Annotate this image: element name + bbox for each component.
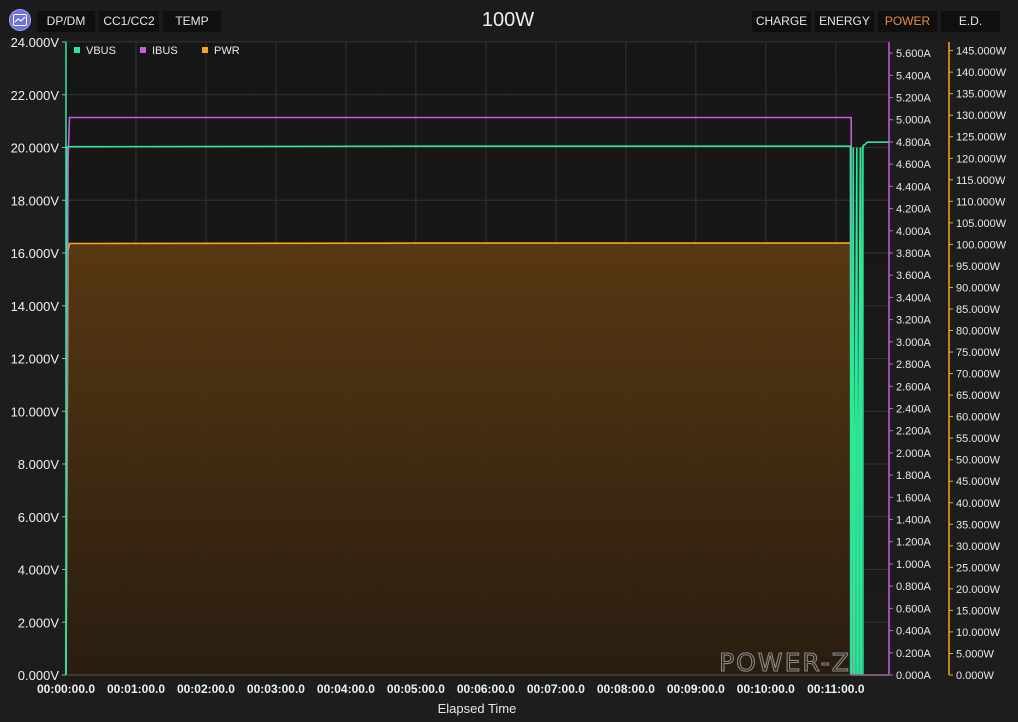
left-axis-tick-label: 10.000V <box>11 404 60 419</box>
legend: VBUS IBUS PWR <box>74 45 240 57</box>
legend-label-vbus: VBUS <box>86 45 116 57</box>
brand-watermark: POWER-Z <box>719 648 851 677</box>
left-axis-tick-label: 22.000V <box>11 88 60 103</box>
x-axis-label: Elapsed Time <box>438 701 517 716</box>
mid-axis-tick-label: 3.800A <box>896 248 932 260</box>
right-axis-tick-label: 60.000W <box>956 412 1001 424</box>
legend-swatch-ibus <box>140 47 146 53</box>
right-axis-tick-label: 50.000W <box>956 455 1001 467</box>
mid-axis-tick-label: 1.400A <box>896 515 932 527</box>
mid-axis-tick-label: 1.600A <box>896 492 932 504</box>
right-axis-tick-label: 80.000W <box>956 326 1001 338</box>
right-axis-tick-label: 140.000W <box>956 67 1007 79</box>
legend-swatch-pwr <box>202 47 208 53</box>
mid-axis-tick-label: 4.600A <box>896 159 932 171</box>
left-axis-tick-label: 24.000V <box>11 35 60 50</box>
right-axis-tick-label: 65.000W <box>956 390 1001 402</box>
mid-axis-tick-label: 0.800A <box>896 581 932 593</box>
mid-axis-tick-label: 4.800A <box>896 137 932 149</box>
mid-axis-tick-label: 3.000A <box>896 337 932 349</box>
mid-axis-tick-label: 5.600A <box>896 48 932 60</box>
mid-axis-tick-label: 4.400A <box>896 181 932 193</box>
mid-axis-tick-label: 0.200A <box>896 648 932 660</box>
x-axis-tick-label: 00:08:00.0 <box>597 682 655 696</box>
mid-axis-tick-label: 2.600A <box>896 381 932 393</box>
left-axis-tick-label: 0.000V <box>18 668 60 683</box>
mid-axis-tick-label: 5.000A <box>896 115 932 127</box>
mid-axis-tick-label: 4.000A <box>896 226 932 238</box>
mid-axis-tick-label: 1.000A <box>896 559 932 571</box>
left-axis-tick-label: 2.000V <box>18 615 60 630</box>
right-axis-tick-label: 10.000W <box>956 627 1001 639</box>
right-axis-tick-label: 120.000W <box>956 153 1007 165</box>
x-axis-tick-label: 00:00:00.0 <box>37 682 95 696</box>
x-axis-tick-label: 00:09:00.0 <box>667 682 725 696</box>
left-axis-tick-label: 20.000V <box>11 141 60 156</box>
pwr-area-fill <box>66 243 889 675</box>
left-axis-tick-label: 18.000V <box>11 193 60 208</box>
mid-axis-tick-label: 5.400A <box>896 70 932 82</box>
right-axis-tick-label: 45.000W <box>956 476 1001 488</box>
x-axis-tick-label: 00:11:00.0 <box>807 682 865 696</box>
mid-axis-tick-label: 5.200A <box>896 93 932 105</box>
x-axis-tick-label: 00:06:00.0 <box>457 682 515 696</box>
right-axis-tick-label: 145.000W <box>956 46 1007 58</box>
x-axis-tick-label: 00:03:00.0 <box>247 682 305 696</box>
chart-area: 0.000V 2.000V 4.000V 6.000V 8.000V 10.000V 12.… <box>11 35 1007 716</box>
x-axis-tick-label: 00:05:00.0 <box>387 682 445 696</box>
right-axis-tick-label: 15.000W <box>956 605 1001 617</box>
mid-axis-tick-label: 3.400A <box>896 292 932 304</box>
mid-axis-tick-label: 3.600A <box>896 270 932 282</box>
left-axis-tick-label: 8.000V <box>18 457 60 472</box>
right-axis-tick-label: 30.000W <box>956 541 1001 553</box>
right-axis-tick-label: 70.000W <box>956 369 1001 381</box>
mid-axis-tick-label: 2.000A <box>896 448 932 460</box>
legend-label-pwr: PWR <box>214 45 240 57</box>
left-axis-tick-label: 12.000V <box>11 352 60 367</box>
x-axis-tick-label: 00:01:00.0 <box>107 682 165 696</box>
right-axis-tick-label: 130.000W <box>956 110 1007 122</box>
right-axis-tick-label: 115.000W <box>956 175 1006 187</box>
x-axis-tick-label: 00:07:00.0 <box>527 682 585 696</box>
mid-axis-tick-label: 0.400A <box>896 626 932 638</box>
x-axis-tick-label: 00:02:00.0 <box>177 682 235 696</box>
mid-axis-tick-label: 2.200A <box>896 426 932 438</box>
mid-axis-tick-label: 2.400A <box>896 403 932 415</box>
right-axis-tick-label: 95.000W <box>956 261 1001 273</box>
legend-swatch-vbus <box>74 47 80 53</box>
legend-label-ibus: IBUS <box>152 45 178 57</box>
right-axis-tick-label: 85.000W <box>956 304 1001 316</box>
right-axis-tick-label: 35.000W <box>956 519 1001 531</box>
right-axis-tick-label: 40.000W <box>956 498 1001 510</box>
left-axis-tick-label: 16.000V <box>11 246 60 261</box>
mid-axis-tick-label: 4.200A <box>896 204 932 216</box>
x-axis-tick-label: 00:04:00.0 <box>317 682 375 696</box>
mid-axis-tick-label: 0.600A <box>896 603 932 615</box>
right-axis-tick-label: 75.000W <box>956 347 1001 359</box>
x-axis-tick-label: 00:10:00.0 <box>737 682 795 696</box>
mid-axis-tick-label: 2.800A <box>896 359 932 371</box>
left-axis-tick-label: 14.000V <box>11 299 60 314</box>
mid-axis-tick-label: 1.800A <box>896 470 932 482</box>
left-axis-tick-label: 4.000V <box>18 563 60 578</box>
right-axis-tick-label: 100.000W <box>956 239 1007 251</box>
right-axis-tick-label: 5.000W <box>956 648 995 660</box>
right-axis-tick-label: 0.000W <box>956 670 995 682</box>
right-axis-tick-label: 25.000W <box>956 562 1001 574</box>
mid-axis-tick-label: 0.000A <box>896 670 932 682</box>
right-axis-tick-label: 135.000W <box>956 89 1007 101</box>
right-axis-tick-label: 125.000W <box>956 132 1007 144</box>
right-axis-tick-label: 105.000W <box>956 218 1007 230</box>
mid-axis-tick-label: 1.200A <box>896 537 932 549</box>
right-axis-tick-label: 55.000W <box>956 433 1001 445</box>
right-axis-tick-label: 20.000W <box>956 584 1001 596</box>
left-axis-tick-label: 6.000V <box>18 510 60 525</box>
right-axis-tick-label: 90.000W <box>956 282 1001 294</box>
right-axis-tick-label: 110.000W <box>956 196 1006 208</box>
mid-axis-tick-label: 3.200A <box>896 315 932 327</box>
